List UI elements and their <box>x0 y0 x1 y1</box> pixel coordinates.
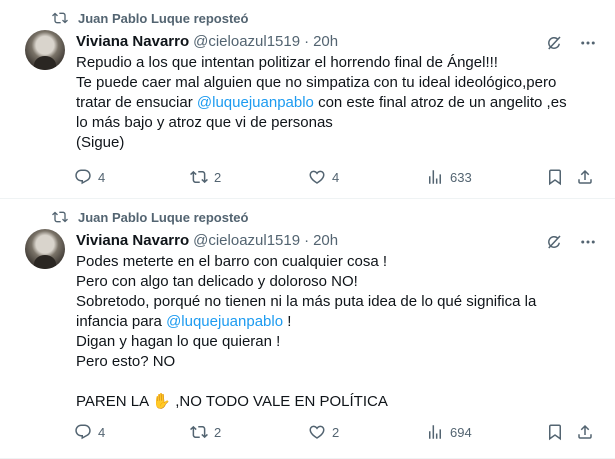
views-count: 694 <box>450 424 472 440</box>
text-segment: tratar de ensuciar <box>76 94 197 111</box>
repost-indicator: Juan Pablo Luque reposteó <box>52 209 248 225</box>
tweet-text: Podes meterte en el barro con cualquier … <box>76 252 596 412</box>
timeline-feed: Juan Pablo Luque reposteó Viviana Navarr… <box>0 0 615 459</box>
like-button[interactable]: 4 <box>308 168 339 186</box>
text-segment: Te puede caer mal alguien que no simpati… <box>76 74 557 91</box>
text-segment: Podes meterte en el barro con cualquier … <box>76 253 388 270</box>
bookmark-button[interactable] <box>546 423 564 441</box>
text-segment: PAREN LA ✋ ,NO TODO VALE EN POLÍTICA <box>76 393 388 410</box>
text-segment: (Sigue) <box>76 134 125 151</box>
timestamp[interactable]: 20h <box>313 232 338 249</box>
repost-icon <box>52 12 68 24</box>
reply-icon <box>75 424 91 440</box>
tweet-text-line: infancia para @luquejuanpablo ! <box>76 312 596 332</box>
text-segment: Digan y hagan lo que quieran ! <box>76 333 281 350</box>
tweet-header: Viviana Navarro @cieloazul1519 · 20h <box>76 33 338 50</box>
share-button[interactable] <box>576 168 594 186</box>
reply-button[interactable]: 4 <box>74 423 105 441</box>
views-count: 633 <box>450 169 472 185</box>
tweet-text-line: PAREN LA ✋ ,NO TODO VALE EN POLÍTICA <box>76 392 596 412</box>
heart-icon <box>309 170 325 184</box>
more-icon[interactable] <box>579 34 597 52</box>
tweet-text-line: Te puede caer mal alguien que no simpati… <box>76 73 596 93</box>
like-count: 4 <box>332 169 340 185</box>
bookmark-icon <box>549 169 561 186</box>
avatar[interactable] <box>25 30 65 70</box>
tweet[interactable]: Juan Pablo Luque reposteó Viviana Navarr… <box>0 199 615 459</box>
author-handle[interactable]: @cieloazul1519 <box>193 232 300 249</box>
avatar[interactable] <box>25 229 65 269</box>
text-segment: infancia para <box>76 313 167 330</box>
mention-link[interactable]: @luquejuanpablo <box>166 313 283 330</box>
tweet-header: Viviana Navarro @cieloazul1519 · 20h <box>76 232 338 249</box>
repost-button[interactable]: 2 <box>190 168 221 186</box>
text-segment: Sobretodo, porqué no tienen ni la más pu… <box>76 293 537 310</box>
action-bar: 4 2 2 694 <box>70 422 600 442</box>
bookmark-icon <box>549 424 561 441</box>
tweet[interactable]: Juan Pablo Luque reposteó Viviana Navarr… <box>0 0 615 199</box>
text-segment: ! <box>283 313 292 330</box>
repost-button[interactable]: 2 <box>190 423 221 441</box>
tweet-text-line: Digan y hagan lo que quieran ! <box>76 332 596 352</box>
text-segment: Pero esto? NO <box>76 353 176 370</box>
tweet-text-line: Repudio a los que intentan politizar el … <box>76 53 596 73</box>
author-handle[interactable]: @cieloazul1519 <box>193 33 300 50</box>
repost-label[interactable]: Juan Pablo Luque reposteó <box>78 11 248 26</box>
separator: · <box>304 33 310 50</box>
text-segment: Pero con algo tan delicado y doloroso NO… <box>76 273 358 290</box>
mention-link[interactable]: @luquejuanpablo <box>197 94 314 111</box>
repost-label[interactable]: Juan Pablo Luque reposteó <box>78 210 248 225</box>
views-button[interactable]: 694 <box>426 423 472 441</box>
reply-button[interactable]: 4 <box>74 168 105 186</box>
views-icon <box>429 425 441 439</box>
tweet-text-line: tratar de ensuciar @luquejuanpablo con e… <box>76 93 596 113</box>
reply-icon <box>75 169 91 185</box>
grok-icon[interactable] <box>545 34 563 52</box>
tweet-text-line: Podes meterte en el barro con cualquier … <box>76 252 596 272</box>
heart-icon <box>309 425 325 439</box>
text-segment: Repudio a los que intentan politizar el … <box>76 54 498 71</box>
more-icon[interactable] <box>579 233 597 251</box>
repost-icon <box>52 211 68 223</box>
reply-count: 4 <box>98 424 106 440</box>
share-icon <box>578 169 592 184</box>
action-bar: 4 2 4 633 <box>70 167 600 187</box>
text-segment: lo más bajo y atroz que vi de personas <box>76 114 333 131</box>
like-count: 2 <box>332 424 340 440</box>
author-name[interactable]: Viviana Navarro <box>76 232 189 249</box>
tweet-text-line: Pero con algo tan delicado y doloroso NO… <box>76 272 596 292</box>
tweet-text: Repudio a los que intentan politizar el … <box>76 53 596 153</box>
tweet-text-line <box>76 372 596 392</box>
repost-icon <box>190 425 208 439</box>
timestamp[interactable]: 20h <box>313 33 338 50</box>
views-icon <box>429 170 441 184</box>
repost-count: 2 <box>214 424 222 440</box>
tweet-text-line: lo más bajo y atroz que vi de personas <box>76 113 596 133</box>
repost-count: 2 <box>214 169 222 185</box>
share-button[interactable] <box>576 423 594 441</box>
tweet-text-line: Pero esto? NO <box>76 352 596 372</box>
bookmark-button[interactable] <box>546 168 564 186</box>
repost-icon <box>190 170 208 184</box>
tweet-text-line: (Sigue) <box>76 133 596 153</box>
separator: · <box>304 232 310 249</box>
grok-icon[interactable] <box>545 233 563 251</box>
text-segment: con este final atroz de un angelito ,es <box>313 94 567 111</box>
share-icon <box>578 424 592 439</box>
author-name[interactable]: Viviana Navarro <box>76 33 189 50</box>
views-button[interactable]: 633 <box>426 168 472 186</box>
like-button[interactable]: 2 <box>308 423 339 441</box>
repost-indicator: Juan Pablo Luque reposteó <box>52 10 248 26</box>
reply-count: 4 <box>98 169 106 185</box>
tweet-text-line: Sobretodo, porqué no tienen ni la más pu… <box>76 292 596 312</box>
